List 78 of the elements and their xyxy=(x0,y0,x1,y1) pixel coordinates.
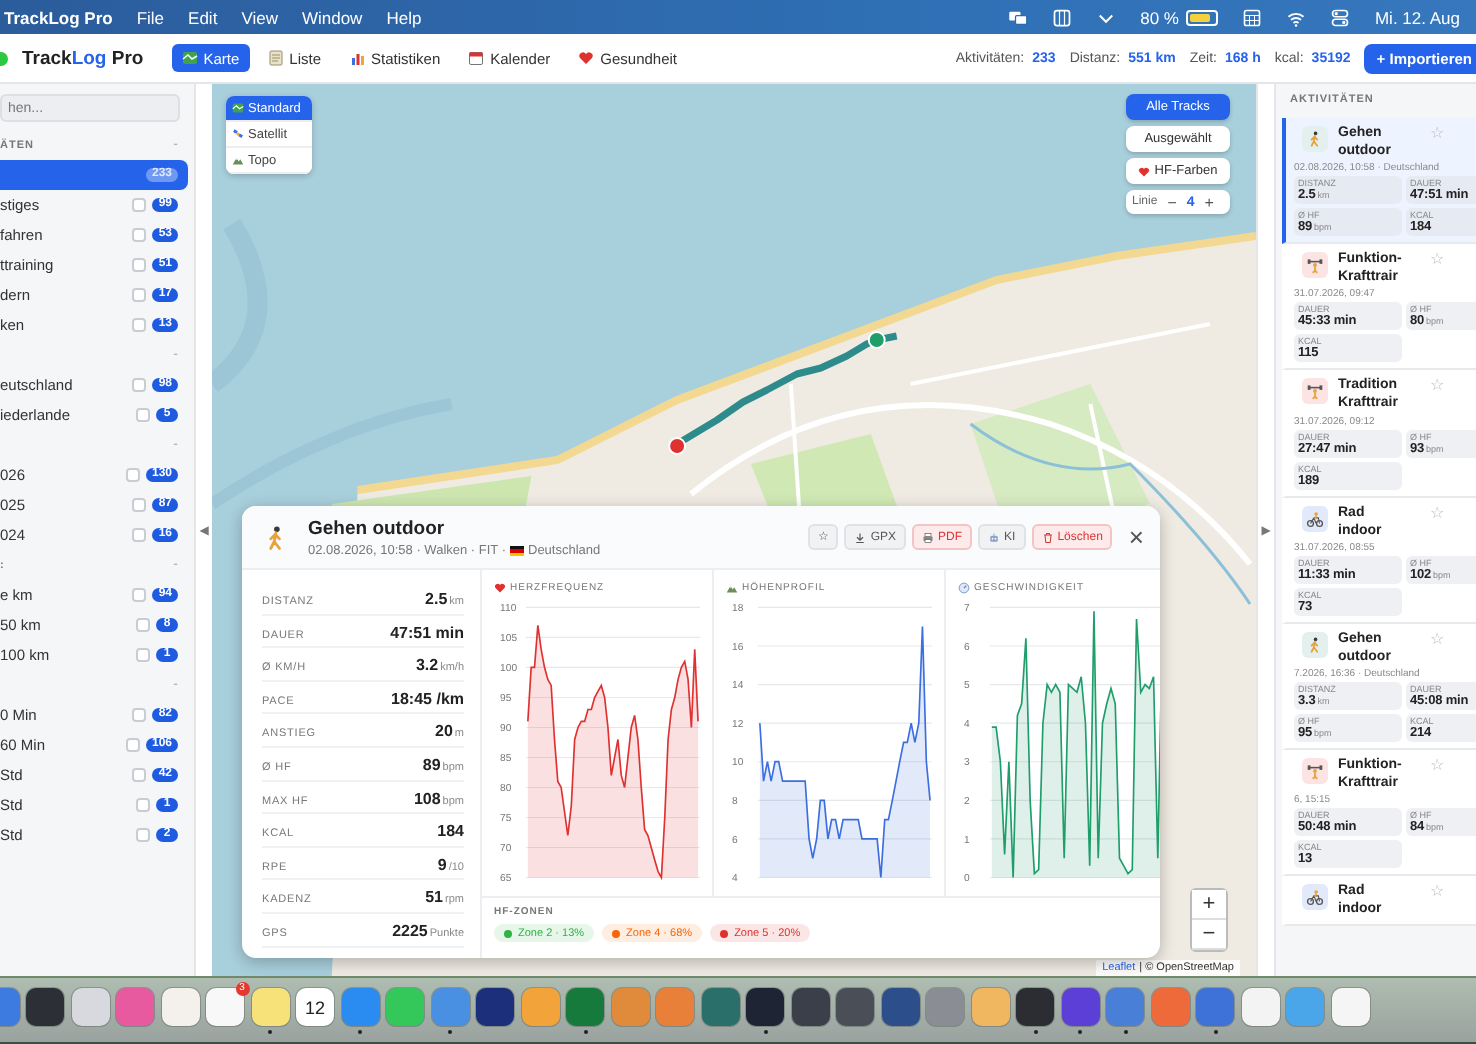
checkbox[interactable] xyxy=(132,258,147,272)
stat-value: 2225 xyxy=(392,921,428,940)
stat-value: 51 xyxy=(425,888,444,907)
checkbox[interactable] xyxy=(125,738,140,752)
gauge-icon xyxy=(958,582,970,594)
stat-value: 9 xyxy=(437,855,447,874)
app-icon[interactable] xyxy=(836,987,874,1025)
mountain-icon xyxy=(232,154,244,166)
map-icon xyxy=(232,102,244,114)
printer-icon xyxy=(922,531,935,543)
checkbox[interactable] xyxy=(136,648,150,662)
display-icon xyxy=(1052,7,1073,27)
checkbox[interactable] xyxy=(136,798,150,812)
app-title: TrackLog Pro xyxy=(22,47,144,69)
stat-value: 89 xyxy=(422,755,441,774)
checkbox[interactable] xyxy=(132,198,147,212)
screens-icon xyxy=(1008,7,1029,27)
checkbox[interactable] xyxy=(136,828,150,842)
checkbox[interactable] xyxy=(132,708,147,722)
calendar-app-icon[interactable]: 12 xyxy=(296,987,334,1025)
start-marker xyxy=(668,437,687,455)
app-icon[interactable] xyxy=(206,987,244,1025)
trash-icon xyxy=(1041,531,1054,543)
close-button[interactable]: × xyxy=(1118,524,1144,550)
stat-value: 18:45 /km xyxy=(391,689,464,708)
notepad-icon xyxy=(267,50,284,66)
battery-icon xyxy=(1186,9,1219,25)
bar-chart-icon xyxy=(349,50,366,66)
stat-value: 20 xyxy=(435,722,453,741)
stat-value: 47:51 min xyxy=(390,623,464,642)
checkbox[interactable] xyxy=(136,408,150,422)
satellite-icon xyxy=(232,128,244,140)
checkbox[interactable] xyxy=(132,588,147,602)
zoom-in-button[interactable]: + xyxy=(1192,890,1226,920)
menu-item[interactable]: Help xyxy=(386,7,422,27)
menu-item[interactable]: Edit xyxy=(188,7,218,27)
app-icon[interactable] xyxy=(881,987,919,1025)
heart-icon xyxy=(494,582,506,594)
clock: Mi. 12. Aug xyxy=(1374,7,1460,27)
checkbox[interactable] xyxy=(136,618,150,632)
checkbox[interactable] xyxy=(132,228,147,242)
end-marker xyxy=(867,331,886,349)
checkbox[interactable] xyxy=(132,318,147,332)
app-icon[interactable] xyxy=(746,987,784,1025)
calendar-icon xyxy=(1242,7,1263,27)
app-icon[interactable] xyxy=(476,987,514,1025)
heart-icon xyxy=(1138,165,1151,177)
map-icon xyxy=(181,50,198,66)
increase-button[interactable]: + xyxy=(1200,193,1218,211)
stat-value: 108 xyxy=(413,789,441,808)
stat-value: 2.5 xyxy=(425,590,448,608)
stat-value: 184 xyxy=(437,822,464,841)
app-icon[interactable] xyxy=(1061,987,1099,1025)
checkbox[interactable] xyxy=(132,768,147,782)
menu-item[interactable]: View xyxy=(241,7,278,27)
download-icon xyxy=(854,531,867,543)
mountain-icon xyxy=(726,582,738,594)
app-icon[interactable] xyxy=(791,987,829,1025)
checkbox[interactable] xyxy=(132,498,147,512)
heart-icon xyxy=(578,50,595,66)
robot-icon xyxy=(988,531,1001,543)
decrease-button[interactable]: − xyxy=(1163,193,1181,211)
activity-title: Gehen outdoor xyxy=(308,517,447,539)
menu-item[interactable]: File xyxy=(136,7,165,27)
battery-percentage: 80 % xyxy=(1140,7,1179,27)
flag-icon xyxy=(510,545,524,555)
checkbox[interactable] xyxy=(132,528,147,542)
wifi-icon xyxy=(1286,7,1307,27)
stat-value: 3.2 xyxy=(415,656,439,675)
calendar-icon xyxy=(468,50,485,66)
checkbox[interactable] xyxy=(132,378,147,392)
control-center-icon xyxy=(1330,7,1351,27)
app-icon[interactable] xyxy=(26,987,64,1025)
menu-item[interactable]: Window xyxy=(301,7,363,27)
checkbox[interactable] xyxy=(132,288,147,302)
checkbox[interactable] xyxy=(125,468,140,482)
app-menu[interactable]: TrackLog Pro xyxy=(4,7,113,27)
app-icon[interactable] xyxy=(1016,987,1054,1025)
